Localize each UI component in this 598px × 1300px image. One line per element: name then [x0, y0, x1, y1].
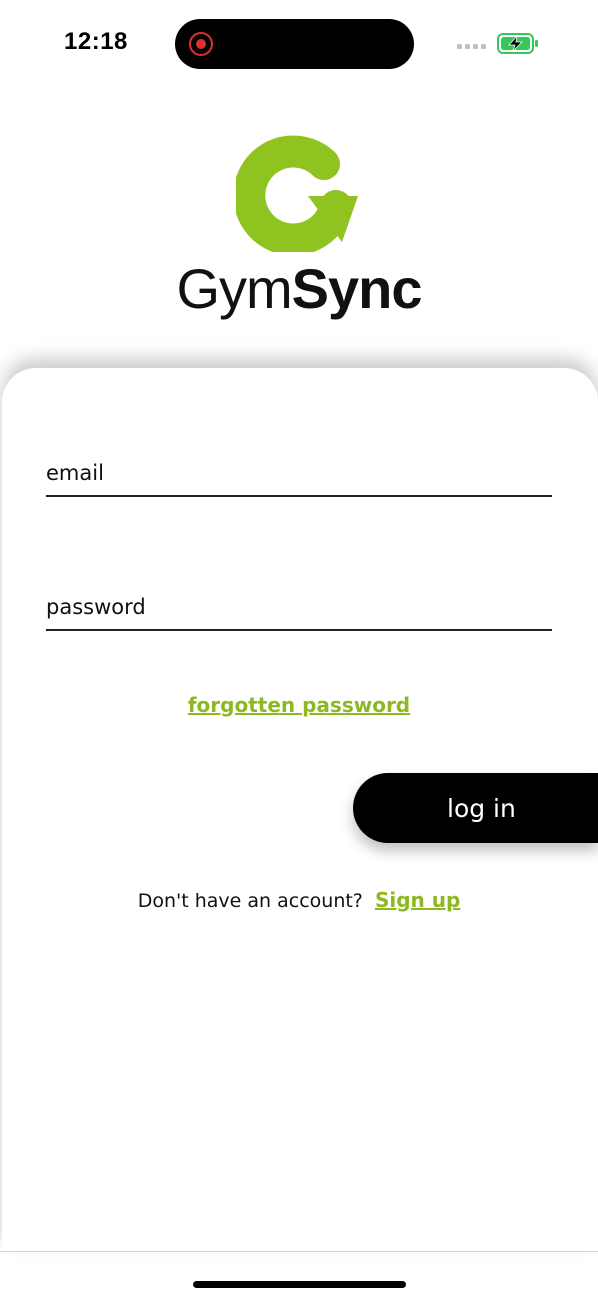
signup-row: Don't have an account? Sign up [0, 888, 598, 912]
forgot-password-row: forgotten password [0, 693, 598, 717]
brand-name-light: Gym [176, 257, 292, 320]
dynamic-island [175, 19, 414, 69]
recording-icon [189, 32, 213, 56]
status-time: 12:18 [64, 28, 128, 55]
signal-icon [457, 44, 486, 49]
home-indicator[interactable] [193, 1281, 406, 1288]
divider [0, 1251, 598, 1252]
logo: GymSync [0, 126, 598, 326]
email-input[interactable] [46, 461, 552, 485]
brand-name-bold: Sync [291, 257, 423, 320]
brand-name: GymSync [0, 256, 598, 321]
battery-charging-icon [497, 33, 538, 54]
signup-prompt: Don't have an account? [137, 890, 363, 912]
forgot-password-link[interactable]: forgotten password [188, 693, 410, 717]
password-field[interactable] [46, 571, 552, 631]
email-field[interactable] [46, 437, 552, 497]
gymsync-logo-icon [236, 135, 358, 252]
signup-link[interactable]: Sign up [375, 888, 460, 912]
password-input[interactable] [46, 595, 552, 619]
login-button[interactable]: log in [353, 773, 598, 843]
status-bar: 12:18 [0, 0, 598, 90]
